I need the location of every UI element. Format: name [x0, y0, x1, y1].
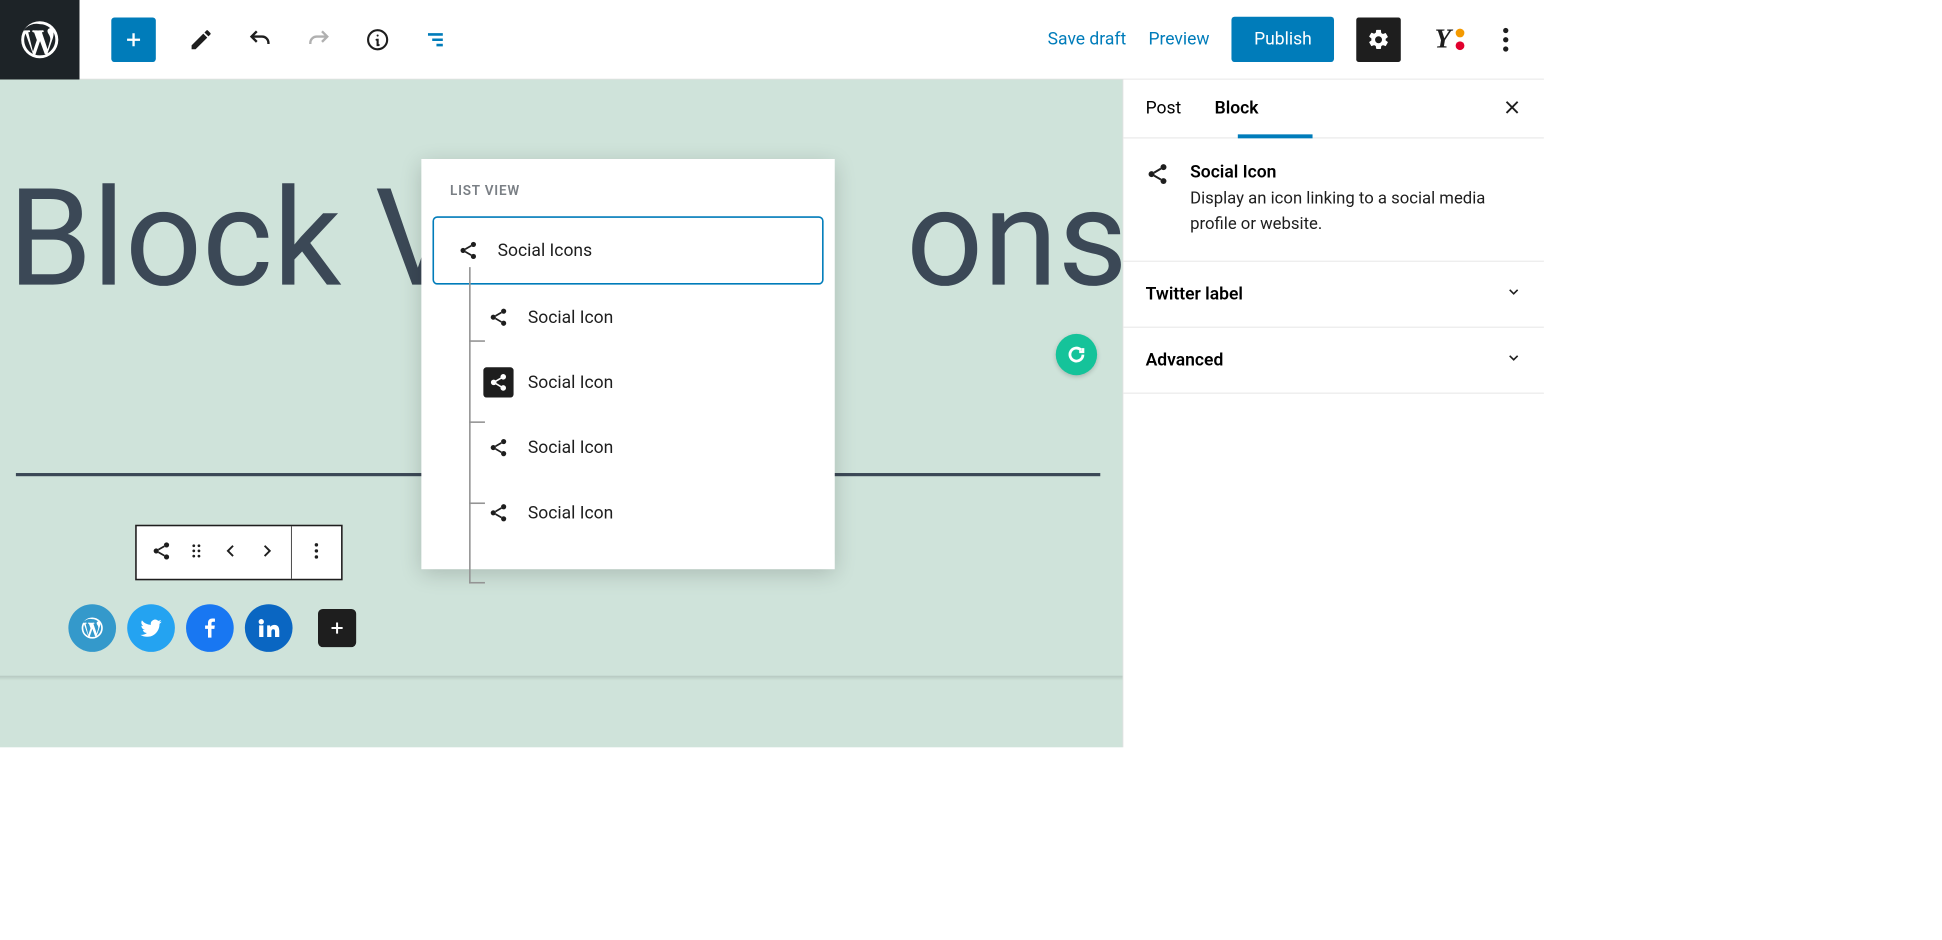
- social-icons-block[interactable]: [68, 604, 356, 652]
- listview-item-label: Social Icon: [528, 307, 613, 327]
- editor-top-toolbar: Save draft Preview Publish Y: [0, 0, 1544, 80]
- social-icon-wordpress[interactable]: [68, 604, 116, 652]
- listview-toggle-icon[interactable]: [423, 26, 450, 53]
- listview-popover: LIST VIEW Social Icons Social Icon: [421, 159, 834, 569]
- listview-item-social-icon-4[interactable]: Social Icon: [432, 480, 823, 545]
- share-icon: [453, 235, 483, 265]
- listview-item-social-icon-3[interactable]: Social Icon: [432, 415, 823, 480]
- listview-item-social-icons[interactable]: Social Icons: [432, 216, 823, 284]
- panel-advanced[interactable]: Advanced: [1123, 328, 1544, 394]
- chevron-down-icon: [1506, 350, 1522, 371]
- block-more-icon[interactable]: [306, 541, 327, 565]
- share-icon: [483, 432, 513, 462]
- tab-post[interactable]: Post: [1146, 99, 1182, 119]
- share-icon: [483, 367, 513, 397]
- social-icon-linkedin[interactable]: [245, 604, 293, 652]
- share-icon: [483, 498, 513, 528]
- close-icon[interactable]: [1503, 97, 1522, 119]
- social-icon-twitter[interactable]: [127, 604, 175, 652]
- undo-icon[interactable]: [246, 26, 273, 53]
- canvas-shadow: [0, 676, 1123, 681]
- save-draft-button[interactable]: Save draft: [1048, 29, 1127, 49]
- drag-handle-icon[interactable]: [186, 541, 207, 565]
- toolbar-left-group: [80, 17, 450, 62]
- share-icon: [1146, 162, 1173, 237]
- tab-underline: [1238, 134, 1313, 138]
- social-icon-facebook[interactable]: [186, 604, 234, 652]
- listview-item-social-icon-1[interactable]: Social Icon: [432, 285, 823, 350]
- listview-item-label: Social Icon: [528, 372, 613, 392]
- wordpress-logo[interactable]: [0, 0, 80, 79]
- block-toolbar-group-2: [292, 526, 341, 578]
- settings-sidebar: Post Block Social Icon Display an icon l…: [1123, 80, 1544, 748]
- info-icon[interactable]: [364, 26, 391, 53]
- add-block-button[interactable]: [111, 17, 156, 62]
- panel-label: Twitter label: [1146, 284, 1243, 304]
- yoast-seo-icon[interactable]: Y: [1423, 17, 1468, 62]
- listview-item-label: Social Icons: [498, 240, 592, 260]
- tools-icon[interactable]: [188, 26, 215, 53]
- listview-item-social-icon-2[interactable]: Social Icon: [432, 350, 823, 415]
- chevron-down-icon: [1506, 284, 1522, 305]
- add-social-icon-button[interactable]: [318, 609, 356, 647]
- block-toolbar-group-1: [137, 526, 291, 578]
- toolbar-right-group: Save draft Preview Publish Y: [1048, 17, 1544, 62]
- panel-label: Advanced: [1146, 350, 1224, 370]
- preview-button[interactable]: Preview: [1148, 29, 1209, 49]
- sidebar-tabs: Post Block: [1123, 80, 1544, 139]
- block-toolbar: [135, 525, 342, 581]
- share-icon[interactable]: [151, 541, 172, 565]
- title-fragment-right: ons: [906, 159, 1127, 318]
- grammarly-badge-icon[interactable]: [1056, 334, 1097, 375]
- move-left-icon[interactable]: [221, 541, 242, 565]
- listview-item-label: Social Icon: [528, 503, 613, 523]
- publish-button[interactable]: Publish: [1232, 17, 1334, 62]
- block-description: Display an icon linking to a social medi…: [1190, 187, 1522, 237]
- share-icon: [483, 302, 513, 332]
- title-fragment-left: Block V: [8, 159, 461, 318]
- tab-block[interactable]: Block: [1215, 99, 1259, 119]
- panel-twitter-label[interactable]: Twitter label: [1123, 262, 1544, 328]
- move-right-icon[interactable]: [256, 541, 277, 565]
- listview-item-label: Social Icon: [528, 438, 613, 458]
- redo-icon[interactable]: [305, 26, 332, 53]
- editor-canvas: Block Vons: [0, 80, 1123, 748]
- editor-main: Block V ons: [0, 80, 1544, 748]
- block-title: Social Icon: [1190, 162, 1522, 182]
- settings-icon[interactable]: [1356, 17, 1401, 62]
- listview-heading: LIST VIEW: [421, 183, 834, 216]
- more-menu-icon[interactable]: [1490, 17, 1522, 62]
- block-info-panel: Social Icon Display an icon linking to a…: [1123, 138, 1544, 261]
